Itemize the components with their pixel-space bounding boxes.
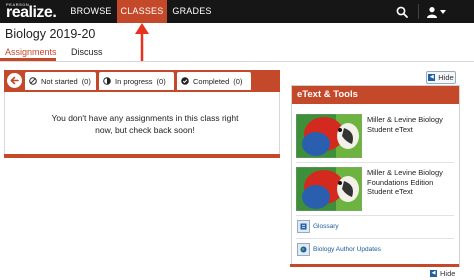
tool-link-glossary[interactable]: Glossary bbox=[313, 223, 339, 230]
divider bbox=[296, 162, 454, 163]
divider bbox=[0, 61, 474, 62]
hide-panel-button[interactable]: ◀ Hide bbox=[430, 268, 455, 279]
nav-browse[interactable]: BROWSE bbox=[66, 0, 116, 23]
arrow-left-icon bbox=[10, 76, 19, 85]
book-icon bbox=[300, 223, 307, 230]
assignments-list: You don't have any assignments in this c… bbox=[4, 92, 280, 155]
filter-completed[interactable]: Completed (0) bbox=[177, 72, 251, 90]
book-title-link[interactable]: Miller & Levine Biology Student eText bbox=[367, 115, 455, 134]
pearson-realize-logo[interactable]: PEARSON realize. bbox=[6, 2, 58, 21]
book-title-link[interactable]: Miller & Levine Biology Foundations Edit… bbox=[367, 168, 455, 197]
author-updates-icon[interactable] bbox=[297, 243, 310, 256]
parrot-cover-image bbox=[296, 167, 362, 211]
etext-tools-title: eText & Tools bbox=[297, 89, 358, 100]
filter-not-started[interactable]: Not started (0) bbox=[25, 72, 96, 90]
nav-grades[interactable]: GRADES bbox=[168, 0, 216, 23]
user-icon bbox=[427, 6, 437, 18]
filter-count: (0) bbox=[156, 76, 166, 86]
hide-label: Hide bbox=[438, 73, 454, 82]
hide-label: Hide bbox=[440, 269, 456, 278]
book-cover[interactable] bbox=[296, 114, 362, 158]
filter-label: In progress bbox=[115, 76, 153, 86]
page-title: Biology 2019-20 bbox=[5, 27, 96, 41]
assignments-bottom-bar bbox=[4, 154, 280, 158]
book-cover[interactable] bbox=[296, 167, 362, 211]
filter-count: (0) bbox=[81, 76, 91, 86]
filter-count: (0) bbox=[233, 76, 243, 86]
filter-label: Not started bbox=[41, 76, 78, 86]
hide-icon: ◀ bbox=[428, 74, 436, 81]
etext-tools-header: eText & Tools bbox=[292, 86, 459, 104]
empty-state-message: You don't have any assignments in this c… bbox=[51, 113, 239, 135]
user-menu-button[interactable] bbox=[421, 0, 451, 23]
glossary-icon[interactable] bbox=[297, 220, 310, 233]
completed-icon bbox=[181, 77, 189, 85]
filter-in-progress[interactable]: In progress (0) bbox=[99, 72, 174, 90]
top-nav-bar: PEARSON realize. BROWSE CLASSES GRADES bbox=[0, 0, 474, 23]
chevron-down-icon bbox=[440, 9, 446, 14]
divider bbox=[296, 238, 454, 239]
tab-discuss[interactable]: Discuss bbox=[71, 46, 103, 61]
in-progress-icon bbox=[103, 77, 111, 85]
not-started-icon bbox=[29, 77, 37, 85]
logo-main-text: realize. bbox=[6, 4, 57, 21]
tool-link-author-updates[interactable]: Biology Author Updates bbox=[313, 246, 381, 253]
divider bbox=[296, 215, 454, 216]
nav-divider bbox=[418, 4, 419, 19]
back-button[interactable] bbox=[7, 73, 22, 88]
filter-label: Completed bbox=[193, 76, 230, 86]
assignment-filter-bar: Not started (0) In progress (0) Complete… bbox=[4, 70, 280, 92]
nav-classes[interactable]: CLASSES bbox=[117, 0, 167, 23]
search-button[interactable] bbox=[389, 0, 415, 23]
etext-tools-panel: eText & Tools Miller & Levine Biology St… bbox=[291, 85, 460, 267]
hide-icon: ◀ bbox=[430, 270, 437, 277]
globe-icon bbox=[300, 246, 307, 253]
search-icon bbox=[396, 6, 408, 18]
parrot-cover-image bbox=[296, 114, 362, 158]
annotation-arrow bbox=[135, 23, 149, 61]
hide-panel-button[interactable]: ◀ Hide bbox=[426, 71, 456, 84]
etext-bottom-bar bbox=[290, 264, 459, 267]
